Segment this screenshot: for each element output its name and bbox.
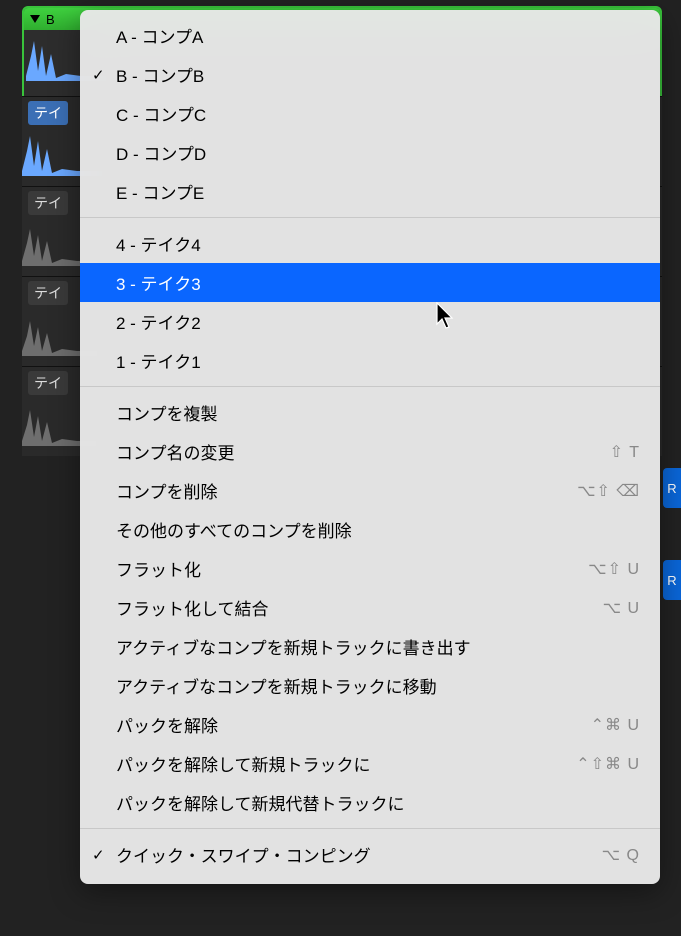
menu-item[interactable]: パックを解除して新規トラックに⌃⇧⌘ U	[80, 744, 660, 783]
take-label: テイ	[28, 281, 68, 305]
menu-item[interactable]: フラット化して結合⌥ U	[80, 588, 660, 627]
menu-item[interactable]: ✓ B - コンプB	[80, 55, 660, 94]
region-tab-label: R	[667, 573, 676, 588]
menu-item-label: 4 - テイク4	[116, 231, 640, 256]
menu-item-label: クイック・スワイプ・コンピング	[116, 842, 602, 867]
menu-item[interactable]: コンプを複製	[80, 393, 660, 432]
menu-item[interactable]: アクティブなコンプを新規トラックに書き出す	[80, 627, 660, 666]
menu-item-label: フラット化して結合	[116, 595, 603, 620]
menu-item-label: アクティブなコンプを新規トラックに書き出す	[116, 634, 640, 659]
menu-item-label: A - コンプA	[116, 23, 640, 48]
menu-item-label: コンプを削除	[116, 478, 577, 503]
menu-item-label: アクティブなコンプを新規トラックに移動	[116, 673, 640, 698]
disclosure-triangle-icon[interactable]	[30, 15, 40, 23]
menu-item-shortcut: ⌥⇧ ⌫	[577, 481, 640, 501]
menu-item-shortcut: ⌃⇧⌘ U	[576, 754, 640, 774]
menu-item-label: 3 - テイク3	[116, 270, 640, 295]
menu-item[interactable]: 2 - テイク2	[80, 302, 660, 341]
menu-item-shortcut: ⌥⇧ U	[588, 559, 640, 579]
menu-item-label: 1 - テイク1	[116, 348, 640, 373]
menu-item-label: E - コンプE	[116, 179, 640, 204]
menu-item[interactable]: D - コンプD	[80, 133, 660, 172]
take-label: テイ	[28, 101, 68, 125]
menu-item-label: パックを解除して新規代替トラックに	[116, 790, 640, 815]
menu-item-label: コンプ名の変更	[116, 439, 610, 464]
menu-separator	[80, 828, 660, 829]
check-icon: ✓	[92, 846, 105, 864]
menu-item[interactable]: E - コンプE	[80, 172, 660, 211]
menu-item-label: パックを解除して新規トラックに	[116, 751, 576, 776]
menu-item-label: パックを解除	[116, 712, 591, 737]
comp-title: B	[46, 12, 55, 27]
take-label: テイ	[28, 191, 68, 215]
menu-separator	[80, 386, 660, 387]
menu-item-label: C - コンプC	[116, 101, 640, 126]
menu-item-label: コンプを複製	[116, 400, 640, 425]
region-tab[interactable]: R	[663, 468, 681, 508]
menu-item[interactable]: A - コンプA	[80, 16, 660, 55]
menu-item[interactable]: C - コンプC	[80, 94, 660, 133]
menu-item-shortcut: ⌥ U	[603, 598, 640, 618]
menu-item-shortcut: ⇧ T	[610, 442, 640, 462]
menu-item-shortcut: ⌃⌘ U	[591, 715, 640, 735]
menu-separator	[80, 217, 660, 218]
menu-item[interactable]: その他のすべてのコンプを削除	[80, 510, 660, 549]
menu-item-shortcut: ⌥ Q	[602, 845, 640, 865]
menu-item[interactable]: 1 - テイク1	[80, 341, 660, 380]
region-tab[interactable]: R	[663, 560, 681, 600]
menu-item[interactable]: 3 - テイク3	[80, 263, 660, 302]
menu-item[interactable]: パックを解除⌃⌘ U	[80, 705, 660, 744]
menu-item-label: B - コンプB	[116, 62, 640, 87]
region-tab-label: R	[667, 481, 676, 496]
check-icon: ✓	[92, 66, 105, 84]
take-folder-menu: A - コンプA ✓ B - コンプB C - コンプC D - コンプD E - コンプ…	[80, 10, 660, 884]
menu-item[interactable]: フラット化⌥⇧ U	[80, 549, 660, 588]
menu-item[interactable]: 4 - テイク4	[80, 224, 660, 263]
menu-item-label: その他のすべてのコンプを削除	[116, 517, 640, 542]
menu-item[interactable]: アクティブなコンプを新規トラックに移動	[80, 666, 660, 705]
menu-item-label: フラット化	[116, 556, 588, 581]
menu-item[interactable]: ✓ クイック・スワイプ・コンピング⌥ Q	[80, 835, 660, 874]
menu-item-label: D - コンプD	[116, 140, 640, 165]
menu-item[interactable]: コンプを削除⌥⇧ ⌫	[80, 471, 660, 510]
menu-item[interactable]: パックを解除して新規代替トラックに	[80, 783, 660, 822]
menu-item-label: 2 - テイク2	[116, 309, 640, 334]
menu-item[interactable]: コンプ名の変更⇧ T	[80, 432, 660, 471]
take-label: テイ	[28, 371, 68, 395]
